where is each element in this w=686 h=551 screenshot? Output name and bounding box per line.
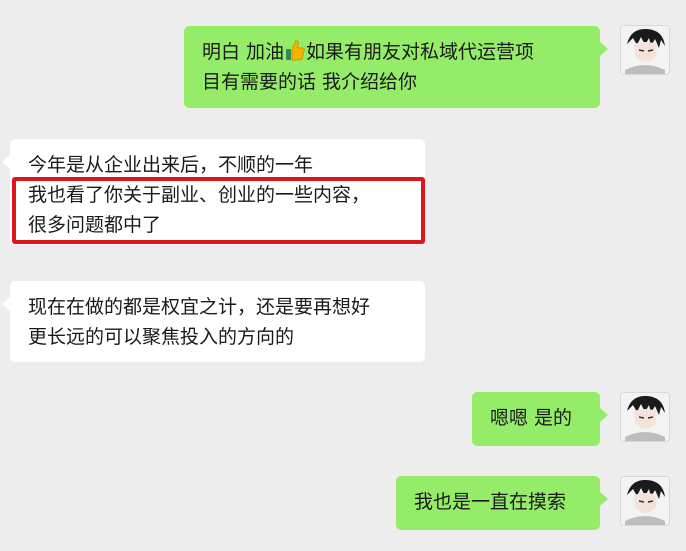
message-bubble-sent[interactable]: 明白 加油 如果有朋友对私域代运营项 目有需要的话 我介绍给你 xyxy=(184,26,608,108)
message-line: 明白 加油 如果有朋友对私域代运营项 xyxy=(202,40,535,63)
message-bubble-received[interactable]: 现在在做的都是权宜之计，还是要再想好 更长远的可以聚焦投入的方向的 xyxy=(2,281,425,362)
message-line: 我也是一直在摸索 xyxy=(414,491,567,513)
avatar-icon xyxy=(621,26,669,74)
message-line: 今年是从企业出来后，不顺的一年 xyxy=(28,154,314,176)
avatar[interactable] xyxy=(620,25,670,75)
avatar-icon xyxy=(621,393,669,441)
thumbs-up-icon xyxy=(286,40,305,61)
message-bubble-sent[interactable]: 嗯嗯 是的 xyxy=(472,392,608,446)
highlight-box xyxy=(12,177,425,244)
avatar[interactable] xyxy=(620,392,670,442)
message-bubble-sent[interactable]: 我也是一直在摸索 xyxy=(396,476,608,530)
message-line: 嗯嗯 是的 xyxy=(490,407,573,429)
message-line: 更长远的可以聚焦投入的方向的 xyxy=(28,326,295,348)
avatar[interactable] xyxy=(620,476,670,526)
message-line: 现在在做的都是权宜之计，还是要再想好 xyxy=(28,296,371,318)
message-line: 目有需要的话 我介绍给你 xyxy=(202,71,418,93)
avatar-icon xyxy=(621,477,669,525)
